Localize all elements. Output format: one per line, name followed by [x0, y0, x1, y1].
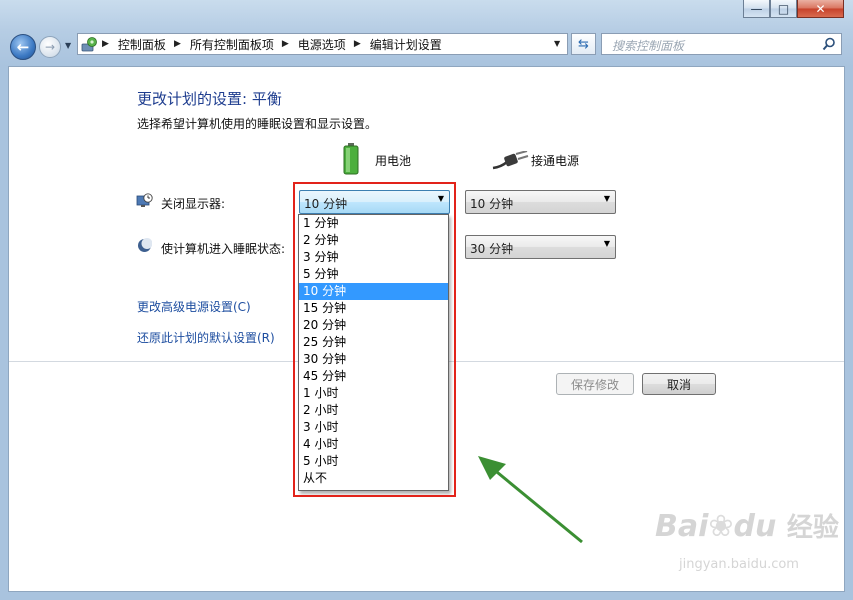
- plugged-in-column-header: 接通电源: [531, 154, 580, 168]
- chevron-down-icon: ▼: [603, 239, 610, 248]
- recent-pages-dropdown-icon[interactable]: ▼: [65, 41, 71, 50]
- power-plug-icon: [491, 150, 529, 171]
- watermark-brand2: du: [733, 509, 777, 544]
- battery-icon: [343, 143, 359, 175]
- control-panel-icon: [81, 36, 98, 52]
- breadcrumb-separator-icon[interactable]: ▶: [102, 39, 109, 49]
- moon-icon: [137, 238, 153, 253]
- monitor-clock-icon: [136, 193, 153, 209]
- search-icon[interactable]: [822, 37, 836, 51]
- breadcrumb-separator-icon[interactable]: ▶: [282, 39, 289, 49]
- breadcrumb-item[interactable]: 电源选项: [298, 36, 346, 53]
- restore-defaults-link[interactable]: 还原此计划的默认设置(R): [137, 329, 275, 346]
- minimize-icon: —: [750, 1, 763, 16]
- paw-icon: ❀: [708, 509, 734, 544]
- forward-button[interactable]: →: [39, 36, 61, 58]
- save-changes-button[interactable]: 保存修改: [556, 373, 634, 395]
- address-history-dropdown-icon[interactable]: ▼: [554, 39, 560, 48]
- sleep-plugged-select[interactable]: 30 分钟 ▼: [465, 235, 616, 259]
- battery-column-header: 用电池: [375, 154, 412, 168]
- minimize-button[interactable]: —: [743, 0, 770, 18]
- search-input[interactable]: 搜索控制面板: [612, 37, 684, 54]
- breadcrumb-item[interactable]: 编辑计划设置: [370, 36, 442, 53]
- breadcrumb-separator-icon[interactable]: ▶: [174, 39, 181, 49]
- refresh-icon: ⇆: [578, 36, 589, 52]
- page-subtitle: 选择希望计算机使用的睡眠设置和显示设置。: [137, 117, 378, 131]
- maximize-icon: □: [777, 1, 790, 16]
- turn-off-display-label: 关闭显示器:: [161, 197, 226, 211]
- watermark-url: jingyan.baidu.com: [679, 557, 799, 572]
- close-button[interactable]: ✕: [797, 0, 844, 18]
- back-button[interactable]: ←: [10, 34, 36, 60]
- highlight-box: [293, 182, 456, 497]
- close-icon: ✕: [815, 1, 826, 16]
- back-arrow-icon: ←: [16, 38, 30, 56]
- cancel-button[interactable]: 取消: [642, 373, 716, 395]
- refresh-button[interactable]: ⇆: [571, 33, 596, 55]
- advanced-power-settings-link[interactable]: 更改高级电源设置(C): [137, 298, 251, 315]
- sleep-label: 使计算机进入睡眠状态:: [161, 242, 286, 256]
- display-plugged-value: 10 分钟: [470, 197, 514, 211]
- breadcrumb-item[interactable]: 控制面板: [118, 36, 166, 53]
- watermark-brand: Bai: [655, 509, 709, 544]
- breadcrumb-separator-icon[interactable]: ▶: [354, 39, 361, 49]
- breadcrumb: ▶ 控制面板 ▶ 所有控制面板项 ▶ 电源选项 ▶ 编辑计划设置: [102, 34, 442, 54]
- page-title: 更改计划的设置: 平衡: [137, 90, 282, 108]
- maximize-button[interactable]: □: [770, 0, 797, 18]
- display-plugged-select[interactable]: 10 分钟 ▼: [465, 190, 616, 214]
- baidu-watermark-logo: Bai❀du 经验: [655, 507, 839, 544]
- forward-arrow-icon: →: [44, 40, 56, 54]
- annotation-arrow-icon: [478, 456, 583, 544]
- address-bar[interactable]: ▶ 控制面板 ▶ 所有控制面板项 ▶ 电源选项 ▶ 编辑计划设置 ▼: [77, 33, 568, 55]
- watermark-suffix: 经验: [786, 513, 839, 543]
- sleep-plugged-value: 30 分钟: [470, 242, 514, 256]
- breadcrumb-item[interactable]: 所有控制面板项: [190, 36, 274, 53]
- chevron-down-icon: ▼: [603, 194, 610, 203]
- search-box[interactable]: 搜索控制面板: [601, 33, 842, 55]
